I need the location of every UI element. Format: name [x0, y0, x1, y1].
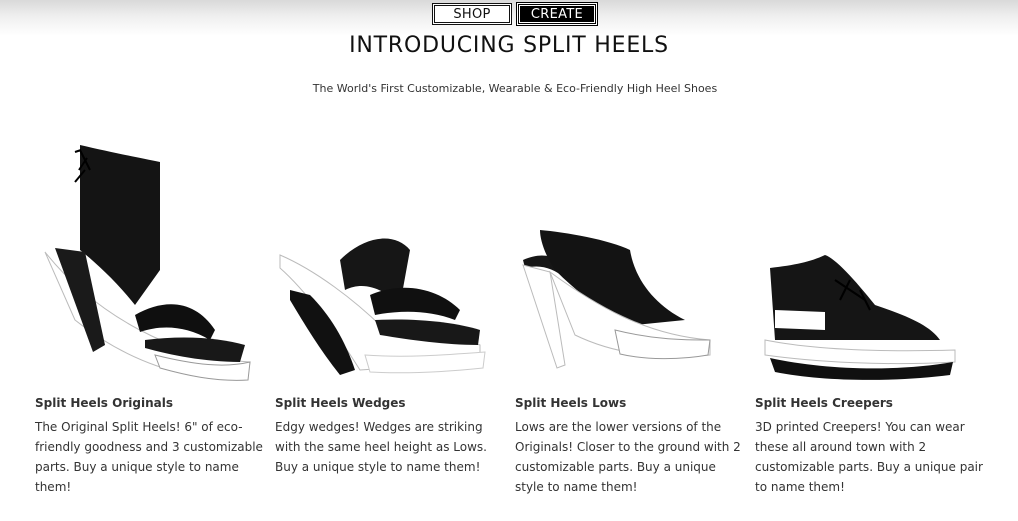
originals-shoe-image[interactable] — [35, 140, 265, 390]
product-card-creepers[interactable]: Split Heels Creepers 3D printed Creepers… — [755, 140, 985, 510]
wedges-shoe-image[interactable] — [275, 140, 505, 390]
product-description: The Original Split Heels! 6" of eco-frie… — [35, 420, 263, 494]
product-description: Lows are the lower versions of the Origi… — [515, 420, 741, 494]
creepers-shoe-image[interactable] — [755, 140, 985, 390]
product-card-wedges[interactable]: Split Heels Wedges Edgy wedges! Wedges a… — [275, 140, 505, 510]
page-title: INTRODUCING SPLIT HEELS — [349, 33, 669, 58]
product-name[interactable]: Split Heels Wedges — [275, 396, 505, 410]
shop-button[interactable]: SHOP — [432, 3, 512, 25]
product-description: Edgy wedges! Wedges are striking with th… — [275, 420, 487, 474]
page-subtitle: The World's First Customizable, Wearable… — [312, 82, 718, 95]
product-card-originals[interactable]: Split Heels Originals The Original Split… — [35, 140, 265, 510]
product-description: 3D printed Creepers! You can wear these … — [755, 420, 983, 494]
product-name[interactable]: Split Heels Creepers — [755, 396, 985, 410]
product-name[interactable]: Split Heels Originals — [35, 396, 265, 410]
lows-shoe-image[interactable] — [515, 140, 745, 390]
create-button[interactable]: CREATE — [516, 2, 598, 26]
product-card-lows[interactable]: Split Heels Lows Lows are the lower vers… — [515, 140, 745, 510]
product-name[interactable]: Split Heels Lows — [515, 396, 745, 410]
